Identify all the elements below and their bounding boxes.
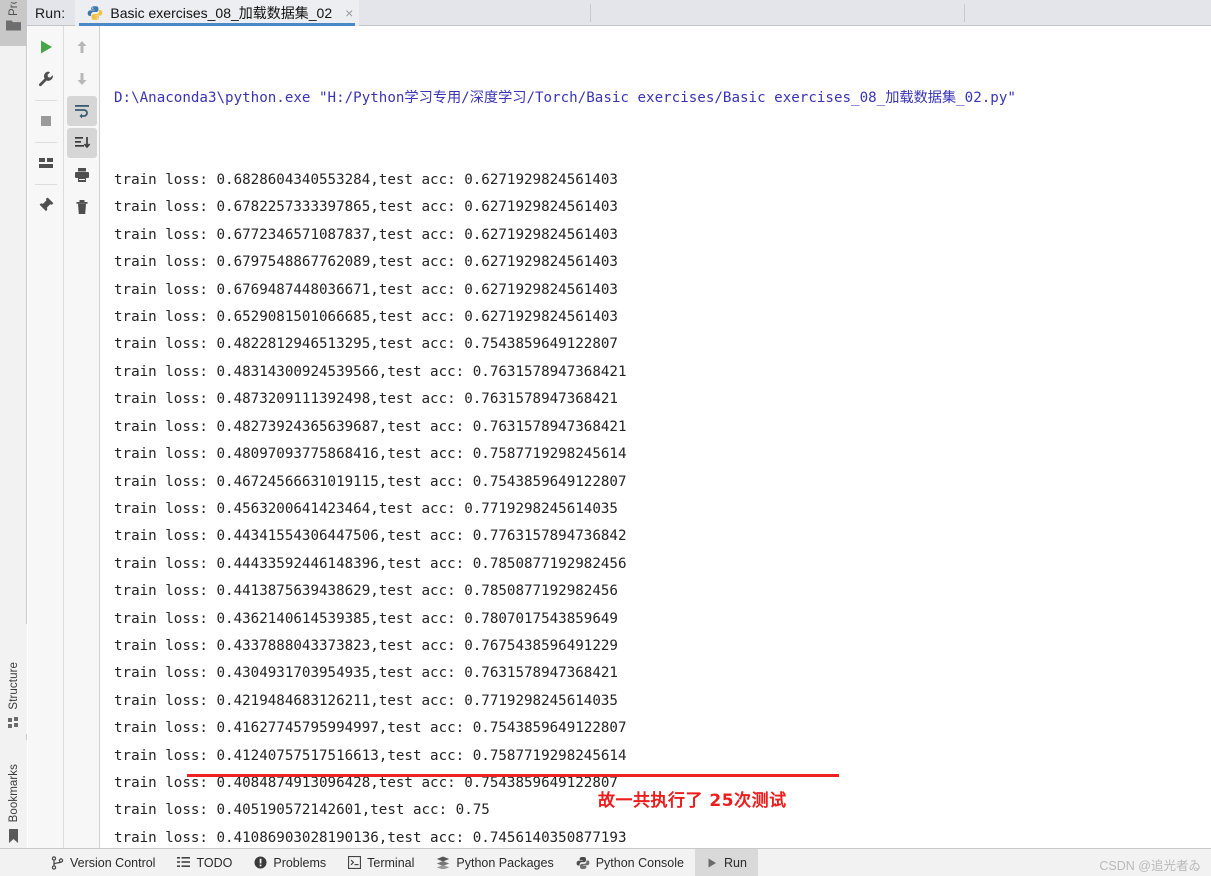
run-tool-window-label: Run:	[35, 4, 66, 21]
sidebar-item-project-label: Project	[8, 2, 20, 16]
down-button[interactable]	[67, 64, 97, 94]
console-line: train loss: 0.44433592446148396,test acc…	[114, 555, 627, 572]
folder-icon	[5, 18, 22, 32]
left-tool-strip: Project Structure	[0, 0, 27, 848]
todo-list-icon	[177, 856, 191, 869]
console-command-line: D:\Anaconda3\python.exe "H:/Python学习专用/深…	[114, 89, 1016, 106]
statusbar-item-todo[interactable]: TODO	[166, 849, 243, 876]
console-line: train loss: 0.48097093775868416,test acc…	[114, 446, 627, 463]
statusbar-item-version-control[interactable]: Version Control	[40, 849, 166, 876]
console-line: train loss: 0.48273924365639687,test acc…	[114, 418, 627, 435]
console-text: D:\Anaconda3\python.exe "H:/Python学习专用/深…	[114, 30, 1016, 848]
statusbar-item-run-label: Run	[723, 855, 747, 870]
statusbar-item-run[interactable]: Run	[694, 848, 758, 876]
statusbar-item-python-console[interactable]: Python Console	[565, 849, 695, 876]
run-tool-window-tabbar: Run: Basic exercises_08_加载数据集_02 ×	[27, 0, 1211, 26]
settings-button[interactable]	[31, 64, 61, 94]
console-line: train loss: 0.41240757517516613,test acc…	[114, 747, 627, 764]
close-icon[interactable]: ×	[345, 6, 353, 20]
console-line: train loss: 0.4337888043373823,test acc:…	[114, 637, 618, 654]
sidebar-item-project[interactable]: Project	[0, 0, 27, 46]
statusbar-item-python-packages-label: Python Packages	[456, 855, 554, 870]
print-button[interactable]	[67, 160, 97, 190]
console-line: train loss: 0.41086903028190136,test acc…	[114, 829, 627, 846]
statusbar-item-version-control-label: Version Control	[70, 855, 156, 870]
console-line: train loss: 0.405190572142601,test acc: …	[114, 802, 490, 819]
console-line: train loss: 0.44341554306447506,test acc…	[114, 528, 627, 545]
bookmark-icon	[7, 828, 20, 844]
statusbar-item-todo-label: TODO	[196, 855, 233, 870]
packages-icon	[436, 856, 450, 869]
branch-icon	[51, 855, 64, 870]
run-toolbar-primary	[28, 26, 64, 848]
console-line: train loss: 0.4822812946513295,test acc:…	[114, 336, 618, 353]
console-line: train loss: 0.4413875639438629,test acc:…	[114, 583, 618, 600]
statusbar-pad	[0, 849, 40, 876]
console-line: train loss: 0.4219484683126211,test acc:…	[114, 692, 618, 709]
sidebar-item-bookmarks[interactable]: Bookmarks	[0, 740, 27, 848]
tabbar-separator	[964, 4, 965, 22]
play-small-icon	[706, 857, 718, 869]
toolbar-divider	[34, 142, 57, 143]
layout-button[interactable]	[31, 148, 61, 178]
statusbar-item-python-packages[interactable]: Python Packages	[425, 849, 564, 876]
sidebar-item-structure-label: Structure	[7, 662, 20, 710]
console-line: train loss: 0.48314300924539566,test acc…	[114, 363, 627, 380]
stop-button[interactable]	[31, 106, 61, 136]
structure-icon	[7, 716, 21, 730]
console-line: train loss: 0.6769487448036671,test acc:…	[114, 281, 618, 298]
console-line: train loss: 0.4362140614539385,test acc:…	[114, 610, 618, 627]
console-line: train loss: 0.6772346571087837,test acc:…	[114, 226, 618, 243]
pycharm-run-window: Project Structure	[0, 0, 1211, 876]
python-console-icon	[576, 856, 590, 870]
run-toolbar-secondary	[64, 26, 100, 848]
up-button[interactable]	[67, 32, 97, 62]
statusbar-item-problems[interactable]: Problems	[243, 849, 337, 876]
annotation-note: 故一共执行了 25次测试	[598, 791, 787, 811]
terminal-icon	[348, 856, 362, 869]
pin-button[interactable]	[31, 190, 61, 220]
console-output-lines: train loss: 0.6828604340553284,test acc:…	[114, 167, 1016, 848]
console-line: train loss: 0.4304931703954935,test acc:…	[114, 665, 618, 682]
toolbar-divider	[34, 100, 57, 101]
sidebar-item-structure[interactable]: Structure	[0, 624, 27, 734]
soft-wrap-button[interactable]	[66, 96, 97, 126]
statusbar-item-terminal[interactable]: Terminal	[337, 849, 425, 876]
console-line: train loss: 0.41627745795994997,test acc…	[114, 720, 627, 737]
tab-run-configuration-label: Basic exercises_08_加载数据集_02	[110, 4, 333, 21]
statusbar-item-problems-label: Problems	[273, 855, 327, 870]
tabbar-separator	[590, 4, 591, 22]
clear-button[interactable]	[67, 192, 97, 222]
sidebar-item-bookmarks-label: Bookmarks	[7, 763, 20, 822]
console-line: train loss: 0.4873209111392498,test acc:…	[114, 391, 618, 408]
console-line: train loss: 0.6782257333397865,test acc:…	[114, 199, 618, 216]
csdn-watermark: CSDN @追光者ゐ	[1099, 859, 1201, 873]
rerun-button[interactable]	[31, 32, 61, 62]
statusbar-item-terminal-label: Terminal	[367, 855, 415, 870]
console-line: train loss: 0.6828604340553284,test acc:…	[114, 172, 618, 189]
run-console-output[interactable]: D:\Anaconda3\python.exe "H:/Python学习专用/深…	[101, 26, 1211, 848]
toolbar-divider	[34, 184, 57, 185]
console-line: train loss: 0.46724566631019115,test acc…	[114, 473, 627, 490]
scroll-to-end-button[interactable]	[66, 128, 97, 158]
console-line: train loss: 0.4563200641423464,test acc:…	[114, 500, 618, 517]
console-line: train loss: 0.6797548867762089,test acc:…	[114, 254, 618, 271]
python-file-icon	[87, 5, 103, 21]
statusbar-item-python-console-label: Python Console	[595, 855, 684, 870]
warning-circle-icon	[254, 856, 267, 869]
bottom-toolbar: Version Control TODO Problems Terminal P…	[0, 848, 1211, 876]
tab-run-configuration[interactable]: Basic exercises_08_加载数据集_02 ×	[75, 0, 360, 26]
annotation-underline	[187, 774, 839, 777]
console-line: train loss: 0.6529081501066685,test acc:…	[114, 309, 618, 326]
